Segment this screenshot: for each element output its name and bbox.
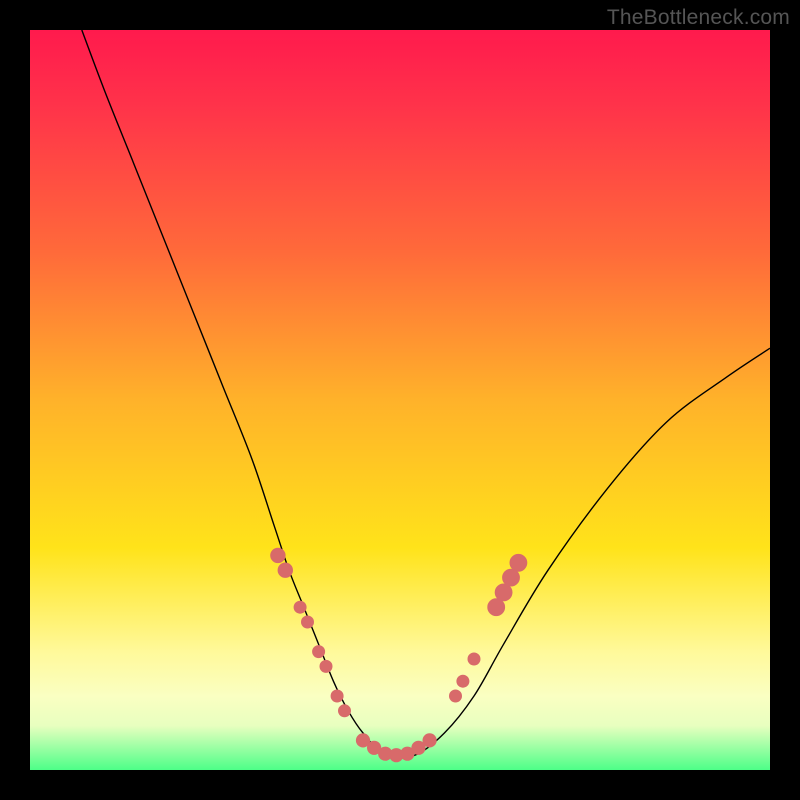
scatter-dot xyxy=(294,601,306,613)
scatter-dot xyxy=(320,660,332,672)
plot-area xyxy=(30,30,770,770)
scatter-dot xyxy=(423,734,436,747)
scatter-points xyxy=(271,548,527,762)
credit-link[interactable]: TheBottleneck.com xyxy=(607,6,790,30)
chart-frame: TheBottleneck.com xyxy=(0,0,800,800)
chart-svg xyxy=(30,30,770,770)
scatter-dot xyxy=(488,599,505,616)
scatter-dot xyxy=(271,548,285,562)
scatter-dot xyxy=(503,569,520,586)
scatter-dot xyxy=(331,690,343,702)
scatter-dot xyxy=(495,584,512,601)
scatter-dot xyxy=(468,653,480,665)
scatter-dot xyxy=(278,563,292,577)
scatter-dot xyxy=(450,690,462,702)
scatter-dot xyxy=(313,646,325,658)
scatter-dot xyxy=(457,675,469,687)
bottleneck-curve xyxy=(82,30,770,758)
scatter-dot xyxy=(302,616,314,628)
scatter-dot xyxy=(339,705,351,717)
scatter-dot xyxy=(510,554,527,571)
